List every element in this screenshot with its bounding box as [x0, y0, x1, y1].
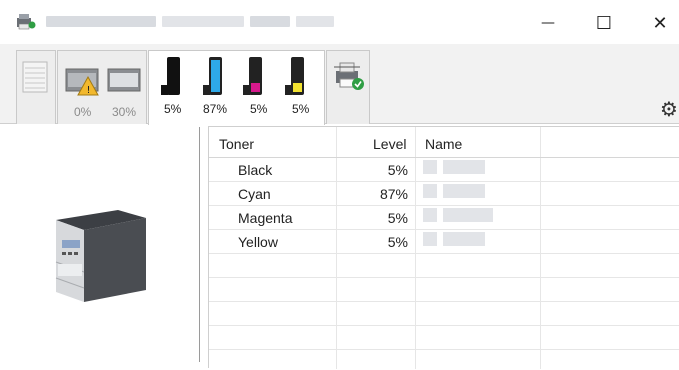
window-title-redacted	[46, 16, 156, 27]
column-header-level[interactable]: Level	[373, 136, 406, 152]
status-tab-strip: ! 0% 30% 5% 87% 5% 5% ⚙	[0, 44, 679, 160]
maximize-button[interactable]: ☐	[584, 8, 624, 38]
column-header-name[interactable]: Name	[425, 136, 462, 152]
title-bar: — ☐ ✕	[0, 0, 679, 44]
waste-toner-level-2: 30%	[112, 105, 137, 119]
main-content: Toner Level Name Black 5% Cyan 87% Magen…	[0, 125, 679, 370]
magenta-toner-level: 5%	[250, 102, 268, 116]
table-row-level: 5%	[387, 234, 408, 250]
toner-table: Toner Level Name Black 5% Cyan 87% Magen…	[208, 126, 679, 369]
close-button[interactable]: ✕	[640, 8, 679, 38]
window-title-redacted	[250, 16, 290, 27]
tab-device[interactable]	[326, 50, 370, 124]
table-row-toner: Black	[238, 162, 273, 178]
table-row-name-redacted	[423, 160, 485, 174]
tab-toner[interactable]: 5% 87% 5% 5%	[148, 50, 325, 125]
table-row-name-redacted	[423, 232, 485, 246]
waste-toner-level-1: 0%	[74, 105, 92, 119]
table-row-level: 5%	[387, 162, 408, 178]
minimize-button[interactable]: —	[528, 8, 568, 38]
tab-waste-toner[interactable]: ! 0% 30%	[57, 50, 147, 124]
table-row-toner: Cyan	[238, 186, 271, 202]
printer-device-image	[55, 210, 146, 302]
paper-stack-icon	[22, 61, 48, 93]
svg-text:!: !	[87, 85, 91, 96]
printer-status-ok-icon	[334, 62, 364, 90]
window-title-redacted	[296, 16, 334, 27]
yellow-toner-level: 5%	[292, 102, 310, 116]
table-row-toner: Magenta	[238, 210, 293, 226]
column-header-toner[interactable]: Toner	[219, 136, 254, 152]
table-row-name-redacted	[423, 208, 493, 222]
table-row-level: 87%	[379, 186, 408, 202]
tab-paper[interactable]	[16, 50, 56, 124]
toner-cartridges-icon	[161, 57, 304, 95]
printer-app-icon	[17, 14, 36, 30]
cyan-toner-level: 87%	[203, 102, 228, 116]
splitter[interactable]	[199, 127, 200, 362]
window-title-redacted	[162, 16, 244, 27]
settings-gear-icon[interactable]: ⚙	[660, 97, 678, 121]
table-row-toner: Yellow	[238, 234, 278, 250]
waste-toner-warning-icon: !	[65, 68, 141, 96]
black-toner-level: 5%	[164, 102, 182, 116]
table-row-level: 5%	[387, 210, 408, 226]
table-row-name-redacted	[423, 184, 485, 198]
